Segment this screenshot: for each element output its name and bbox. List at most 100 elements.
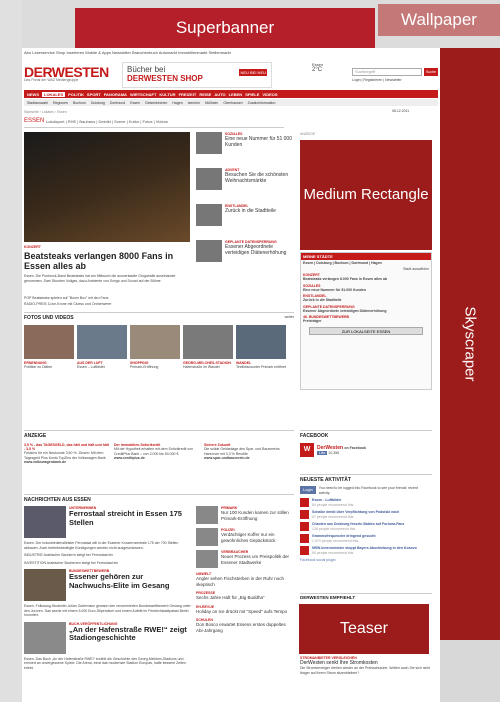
subnav-item-0[interactable]: Stadtauswahl	[27, 101, 48, 105]
foto-caption[interactable]: Essen – Luftbilder	[77, 365, 127, 370]
foto-thumb[interactable]	[236, 325, 286, 359]
activity-item[interactable]: Chaoten aus Duisburg fesseln Babies auf …	[300, 522, 432, 531]
foto-thumb[interactable]	[130, 325, 180, 359]
side-news-title[interactable]: Angler sehen Fischsterben in der Ruhr no…	[196, 576, 292, 587]
foto-caption[interactable]: Politiker zu Diäten	[24, 365, 74, 370]
news-article-image[interactable]	[24, 506, 66, 538]
text-ad[interactable]: Der Immobilien-Sofortkredit Mit der Hypot…	[114, 443, 200, 465]
side-news-thumb[interactable]	[196, 168, 222, 190]
shop-ad[interactable]: Bücher bei DERWESTEN SHOP NEU BEI NEU	[122, 62, 272, 88]
subnav-item-11[interactable]: Zusatzinformation	[248, 101, 276, 105]
subnav-item-10[interactable]: Oberhausen	[223, 101, 242, 105]
wallpaper-ad[interactable]: Wallpaper	[378, 4, 500, 36]
nav-item-9[interactable]: AUTO	[214, 92, 225, 97]
side-news-title[interactable]: Sechs Jahre Haft für „Big Buddha“	[196, 595, 265, 601]
subnav-item-8[interactable]: Iserlohn	[188, 101, 200, 105]
main-bullet-1[interactable]: POP Beatsteaks spielen auf "Boom Box" mi…	[24, 296, 190, 301]
text-ad[interactable]: 3,5 % - das TAGESGELD, das hält und hält…	[24, 443, 110, 465]
side-news-item[interactable]: UMWELT Angler sehen Fischsterben in der R…	[196, 572, 292, 587]
news-article[interactable]: BUCH-VERÖFFENTLICHUNG „An der Hafenstraße…	[24, 621, 192, 671]
facebook-brand[interactable]: DerWesten on Facebook	[317, 445, 366, 451]
subnav-item-7[interactable]: Hagen	[172, 101, 182, 105]
superbanner-ad[interactable]: Superbanner	[75, 8, 375, 48]
search-input[interactable]: Suchbegriff	[352, 68, 422, 76]
main-bullet-2[interactable]: RADIO-PREIS 1Live-Krone mit Clueso und O…	[24, 302, 190, 307]
nav-item-10[interactable]: LEBEN	[229, 92, 243, 97]
foto-item[interactable]: ERNENNUNG Politiker zu Diäten	[24, 325, 74, 370]
foto-thumb[interactable]	[77, 325, 127, 359]
news-article-bullet[interactable]: INDUSTRIE Arabischer Bauherrn steigt bei…	[24, 553, 192, 558]
news-article[interactable]: UNTERNEHMEN Ferrostaal streicht in Essen …	[24, 506, 192, 565]
text-ad-title[interactable]: 3,5 % - das TAGESGELD, das hält und hält…	[24, 443, 110, 451]
medium-rectangle-ad[interactable]: Medium Rectangle	[300, 140, 432, 250]
fotos-next[interactable]: weiter	[285, 315, 294, 320]
side-news-thumb[interactable]	[196, 204, 222, 226]
side-news-title[interactable]: Nur 100 Kunden kamen zur stillen Primark…	[221, 510, 292, 521]
side-news-thumb[interactable]	[196, 132, 222, 154]
side-news-title[interactable]: Holiday on Ice drückt mit "Speed" aufs T…	[196, 609, 287, 615]
news-article-image[interactable]	[24, 569, 66, 601]
stadte-link[interactable]: Beatsteaks verlangen 8.000 Fans in Essen…	[303, 277, 429, 282]
foto-item[interactable]: GEORG-MELCHES-STADION Hafenstraße im Wand…	[183, 325, 233, 370]
nav-item-6[interactable]: KULTUR	[159, 92, 175, 97]
nav-item-2[interactable]: POLITIK	[68, 92, 84, 97]
activity-title[interactable]: Schalke denkt über Verpflichtung von Pod…	[312, 510, 399, 515]
stadte-link[interactable]: Essener Abgeordnete verteidigen Diätener…	[303, 309, 429, 314]
activity-title[interactable]: Grammofrequenzler dringend gesucht	[312, 534, 376, 539]
nav-item-12[interactable]: VIDEOS	[262, 92, 277, 97]
subnav-item-2[interactable]: Bochum	[73, 101, 86, 105]
nav-item-3[interactable]: SPORT	[87, 92, 101, 97]
side-news-item[interactable]: SCHULEN Don Bosco erwartet Essens erstes …	[196, 618, 292, 633]
side-news-title[interactable]: Besuchen Sie die schönsten Weihnachtsmär…	[225, 172, 292, 184]
text-ad-link[interactable]: www.volkswagenbank.de	[24, 460, 110, 465]
text-ad-link[interactable]: www.spar-undbauverein.de	[204, 456, 290, 461]
side-news-title[interactable]: Eine neue Nummer für 51 000 Kunden	[225, 136, 292, 148]
news-article-image[interactable]	[24, 621, 66, 654]
foto-item[interactable]: AUS DER LUFT Essen – Luftbilder	[77, 325, 127, 370]
empfiehlt-article[interactable]: STROMANBIETER VERGLEICHEN DerWesten senk…	[300, 656, 432, 675]
side-news-item[interactable]: EH-REVUE Holiday on Ice drückt mit "Speed…	[196, 605, 292, 615]
activity-title[interactable]: Chaoten aus Duisburg fesseln Babies auf …	[312, 522, 404, 527]
nav-item-5[interactable]: WIRTSCHAFT	[130, 92, 156, 97]
side-news-item[interactable]: ADVENT Besuchen Sie die schönsten Weihnac…	[196, 168, 292, 198]
nav-item-4[interactable]: PANORAMA	[104, 92, 127, 97]
side-news-thumb[interactable]	[196, 240, 222, 262]
activity-item[interactable]: NRW-Innenminister stoppt Bayers Abschieb…	[300, 546, 432, 555]
foto-caption[interactable]: Textildiscounter Primark eröffnet	[236, 365, 286, 370]
weather-widget[interactable]: Essen 2°C	[312, 62, 323, 73]
side-news-item[interactable]: PRIMARK Nur 100 Kunden kamen zur stillen …	[196, 506, 292, 524]
side-news-title[interactable]: Verdächtiger Koffer nur ein gewöhnliches…	[221, 532, 292, 543]
news-article-headline[interactable]: „An der Hafenstraße RWE!“ zeigt Stadiong…	[69, 625, 189, 643]
activity-item[interactable]: Grammofrequenzler dringend gesucht 1,974 …	[300, 534, 432, 543]
foto-thumb[interactable]	[183, 325, 233, 359]
foto-item[interactable]: WANDEL Textildiscounter Primark eröffnet	[236, 325, 286, 370]
main-headline[interactable]: Beatsteaks verlangen 8000 Fans in Essen …	[24, 251, 190, 271]
side-news-item[interactable]: GEPLANTE DATENSPERRUNG Essener Abgeordnet…	[196, 240, 292, 270]
meine-stadte-more[interactable]: Stadt auswählen	[301, 267, 431, 272]
side-news-item[interactable]: SOZIALES Eine neue Nummer für 51 000 Kund…	[196, 132, 292, 162]
side-news-item[interactable]: PROZESSE Sechs Jahre Haft für „Big Buddha…	[196, 591, 292, 601]
subnav-item-3[interactable]: Duisburg	[91, 101, 105, 105]
side-news-item[interactable]: POLIZEI Verdächtiger Koffer nur ein gewöh…	[196, 528, 292, 546]
side-news-item[interactable]: ENSTLANDEL Zurück in die Stadtteile	[196, 204, 292, 234]
subnav-item-1[interactable]: Regionen	[53, 101, 68, 105]
activity-title[interactable]: NRW-Innenminister stoppt Bayers Abschieb…	[312, 546, 417, 551]
subnav-item-9[interactable]: Mülheim	[205, 101, 218, 105]
foto-item[interactable]: SHOPPING Primark-Eröffnung	[130, 325, 180, 370]
news-article-bullet[interactable]: INVESTITION Arabischer Bauherren steigt …	[24, 561, 192, 566]
text-ad-link[interactable]: www.creditplus.de	[114, 456, 200, 461]
activity-item[interactable]: Essen - Luftbilder 84 people recommend th…	[300, 498, 432, 507]
top-links[interactable]: Abo Leserservice Shop Inserieren Mobile …	[24, 50, 231, 55]
concert-image[interactable]	[24, 132, 190, 242]
skyscraper-ad[interactable]: Skyscraper	[440, 48, 500, 640]
facebook-login-button[interactable]: Login	[300, 486, 316, 494]
nav-item-8[interactable]: REISE	[199, 92, 211, 97]
foto-caption[interactable]: Primark-Eröffnung	[130, 365, 180, 370]
stadte-link[interactable]: Zurück in die Stadtteile	[303, 298, 429, 303]
side-news-title[interactable]: Essener Abgeordnete verteidigen Diätener…	[225, 244, 292, 256]
foto-thumb[interactable]	[24, 325, 74, 359]
side-news-thumb[interactable]	[196, 528, 218, 546]
activity-item[interactable]: Schalke denkt über Verpflichtung von Pod…	[300, 510, 432, 519]
lokalseite-button[interactable]: ZUR LOKALSEITE ESSEN	[309, 326, 423, 335]
nav-item-0[interactable]: NEWS	[27, 92, 39, 97]
